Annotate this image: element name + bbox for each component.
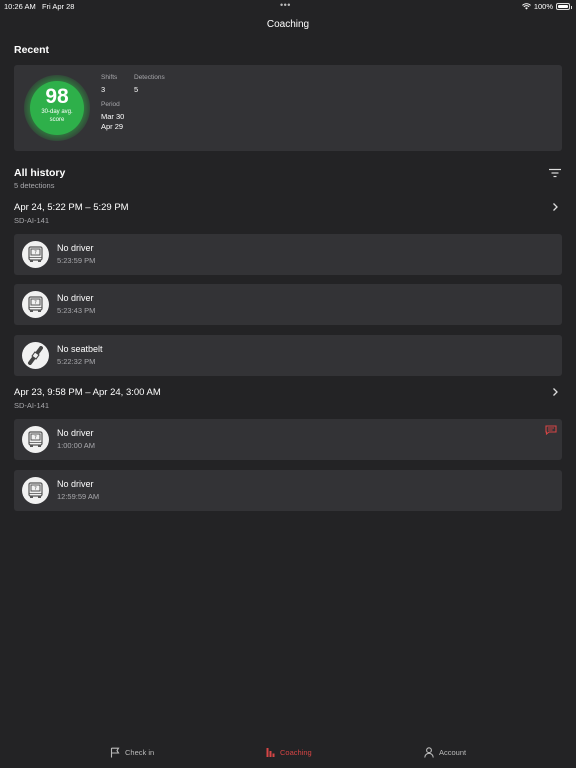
vehicle-id: SD-AI-141	[14, 401, 50, 410]
bus-icon: ?	[22, 477, 49, 504]
shift-time-range: Apr 23, 9:58 PM – Apr 24, 3:00 AM	[14, 387, 161, 398]
seatbelt-icon	[22, 342, 49, 369]
detection-row[interactable]: No seatbelt 5:22:32 PM	[14, 335, 562, 376]
detection-type: No driver	[57, 428, 94, 438]
detection-time: 5:23:59 PM	[57, 256, 96, 265]
detection-type: No driver	[57, 479, 94, 489]
svg-text:?: ?	[34, 435, 37, 441]
filter-icon[interactable]	[548, 168, 562, 178]
tab-label: Check in	[125, 748, 155, 757]
detection-row[interactable]: ? No driver 5:23:59 PM	[14, 234, 562, 275]
shift-group-header[interactable]: Apr 24, 5:22 PM – 5:29 PM SD-AI-141	[14, 202, 562, 225]
tab-label: Coaching	[280, 747, 312, 757]
detection-time: 5:23:43 PM	[57, 306, 96, 315]
person-icon	[424, 747, 434, 758]
multitasking-dots[interactable]: •••	[280, 0, 291, 10]
score-value: 98	[45, 85, 69, 108]
wifi-icon	[521, 3, 531, 10]
history-heading: All history	[14, 167, 66, 179]
vehicle-id: SD-AI-141	[14, 216, 50, 225]
shift-time-range: Apr 24, 5:22 PM – 5:29 PM	[14, 202, 129, 213]
detection-row[interactable]: ? No driver 12:59:59 AM	[14, 470, 562, 511]
status-time: 10:26 AM Fri Apr 28	[4, 2, 75, 11]
shifts-label: Shifts	[101, 74, 118, 81]
detection-time: 12:59:59 AM	[57, 492, 100, 501]
shifts-value: 3	[101, 85, 106, 94]
period-start: Mar 30	[101, 112, 125, 121]
page-title: Coaching	[266, 19, 310, 30]
history-count: 5 detections	[14, 181, 55, 190]
recent-heading: Recent	[14, 44, 50, 56]
bar-chart-icon	[266, 748, 275, 757]
battery-percent: 100%	[533, 2, 553, 11]
detection-type: No driver	[57, 243, 94, 253]
recent-summary-card: 98 30-day avg. score Shifts 3 Detections…	[14, 65, 562, 151]
detection-type: No seatbelt	[57, 344, 103, 354]
period-label: Period	[101, 101, 120, 108]
score-badge: 98 30-day avg. score	[30, 81, 84, 135]
chevron-right-icon	[553, 203, 558, 211]
tab-account[interactable]: Account	[424, 747, 466, 758]
bus-icon: ?	[22, 426, 49, 453]
svg-text:?: ?	[34, 300, 37, 306]
tab-bar: Check in Coaching Account	[0, 742, 576, 768]
status-bar: 10:26 AM Fri Apr 28 ••• 100%	[0, 0, 576, 14]
tab-check-in[interactable]: Check in	[110, 747, 154, 758]
battery-icon	[556, 3, 572, 10]
flag-icon	[110, 747, 120, 758]
detection-type: No driver	[57, 293, 94, 303]
status-right: 100%	[521, 2, 572, 11]
detections-label: Detections	[134, 74, 165, 81]
tab-coaching[interactable]: Coaching	[266, 747, 312, 757]
period-end: Apr 29	[101, 122, 124, 131]
detection-row[interactable]: ? No driver 5:23:43 PM	[14, 284, 562, 325]
status-date: Fri Apr 28	[41, 2, 75, 11]
shift-group-header[interactable]: Apr 23, 9:58 PM – Apr 24, 3:00 AM SD-AI-…	[14, 387, 562, 410]
svg-text:?: ?	[34, 486, 37, 492]
score-label: 30-day avg. score	[41, 109, 73, 123]
detection-time: 5:22:32 PM	[57, 357, 96, 366]
chevron-right-icon	[553, 388, 558, 396]
tab-label: Account	[439, 748, 467, 757]
bus-icon: ?	[22, 291, 49, 318]
detections-value: 5	[134, 85, 139, 94]
detection-time: 1:00:00 AM	[57, 441, 95, 450]
bus-icon: ?	[22, 241, 49, 268]
comment-icon	[545, 425, 557, 435]
detection-row[interactable]: ? No driver 1:00:00 AM	[14, 419, 562, 460]
svg-text:?: ?	[34, 250, 37, 256]
